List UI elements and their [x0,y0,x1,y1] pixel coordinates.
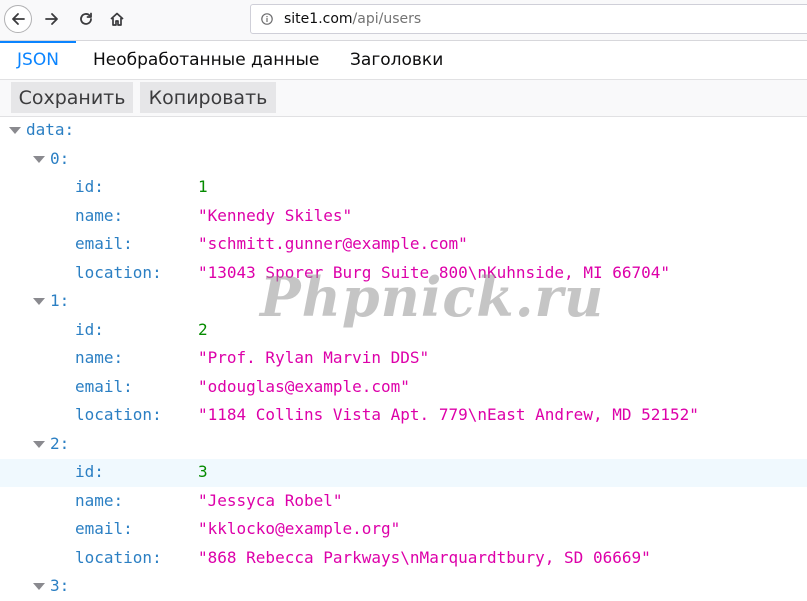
tree-key: email: [75,234,133,253]
tree-value: "odouglas@example.com" [198,376,410,396]
tree-value: 3 [198,462,208,481]
reload-icon [80,12,92,25]
tree-key: 0: [50,148,70,168]
copy-button[interactable]: Копировать [140,82,276,113]
tree-key: data: [26,120,75,139]
tree-value: "868 Rebecca Parkways\nMarquardtbury, SD… [198,547,651,567]
tree-key: name: [75,205,124,225]
tree-key: id: [75,177,104,196]
tree-value: "Kennedy Skiles" [198,205,353,225]
tree-row-field: email: "schmitt.gunner@example.com" [0,231,807,259]
tree-key: location: [75,547,162,567]
tree-value: "13043 Sporer Burg Suite 800\nKuhnside, … [198,262,671,282]
tree-row-field: id: 2 [0,317,807,345]
forward-button[interactable] [38,5,66,33]
tree-row-field-highlighted: id: 3 [0,459,807,487]
expand-triangle-icon[interactable] [33,583,45,590]
expand-triangle-icon[interactable] [9,127,21,134]
json-toolbar: Сохранить Копировать [0,80,807,117]
tree-row-field: name: "Prof. Rylan Marvin DDS" [0,345,807,373]
tree-value: "Jessyca Robel" [198,490,343,510]
tree-key: 2: [50,433,70,453]
tree-value: 2 [198,319,208,339]
tree-value: "Prof. Rylan Marvin DDS" [198,348,430,367]
tree-row-field: location: "868 Rebecca Parkways\nMarquar… [0,545,807,573]
arrow-left-icon [12,13,25,25]
tree-value: 1 [198,177,208,196]
tree-key: email: [75,519,133,538]
tab-raw-data[interactable]: Необработанные данные [93,41,319,79]
tree-value: "1184 Collins Vista Apt. 779\nEast Andre… [198,405,699,424]
tree-row-field: email: "kklocko@example.org" [0,516,807,544]
expand-triangle-icon[interactable] [33,298,45,305]
save-button[interactable]: Сохранить [11,82,133,113]
tree-row-item[interactable]: 0: [0,146,807,174]
tree-row-item[interactable]: 1: [0,288,807,316]
back-button[interactable] [4,5,32,33]
tree-row-field: name: "Kennedy Skiles" [0,203,807,231]
browser-toolbar: site1.com/api/users [0,0,807,41]
home-icon [110,12,124,26]
tab-headers[interactable]: Заголовки [350,41,443,79]
viewer-tabs: JSON Необработанные данные Заголовки [0,41,807,80]
url-path: /api/users [352,11,422,27]
url-text: site1.com/api/users [284,11,421,27]
tree-key: 3: [50,576,70,595]
tree-key: email: [75,376,133,396]
tree-row-root[interactable]: data: [0,117,807,145]
tree-key: name: [75,348,124,367]
tree-row-field: location: "1184 Collins Vista Apt. 779\n… [0,402,807,430]
reload-button[interactable] [72,5,100,33]
tree-key: name: [75,490,124,510]
expand-triangle-icon[interactable] [33,155,45,163]
tree-key: id: [75,319,104,339]
tree-row-item[interactable]: 3: [0,573,807,601]
tree-key: location: [75,262,162,282]
tree-key: location: [75,405,162,424]
tree-row-field: email: "odouglas@example.com" [0,374,807,402]
url-host: site1.com [284,11,353,27]
tree-value: "kklocko@example.org" [198,519,401,538]
tree-key: 1: [50,291,70,310]
tree-key: id: [75,462,104,481]
arrow-right-icon [45,13,58,25]
expand-triangle-icon[interactable] [33,440,45,448]
tree-value: "schmitt.gunner@example.com" [198,234,468,253]
tree-row-field: name: "Jessyca Robel" [0,488,807,516]
tree-row-field: location: "13043 Sporer Burg Suite 800\n… [0,260,807,288]
home-button[interactable] [103,5,131,33]
tab-json[interactable]: JSON [0,41,76,79]
tree-row-item[interactable]: 2: [0,431,807,459]
json-tree: data: 0: id: 1 name: "Kennedy Skiles" em… [0,117,807,601]
info-icon[interactable] [261,13,273,25]
tree-row-field: id: 1 [0,174,807,202]
url-bar[interactable]: site1.com/api/users [250,4,807,34]
